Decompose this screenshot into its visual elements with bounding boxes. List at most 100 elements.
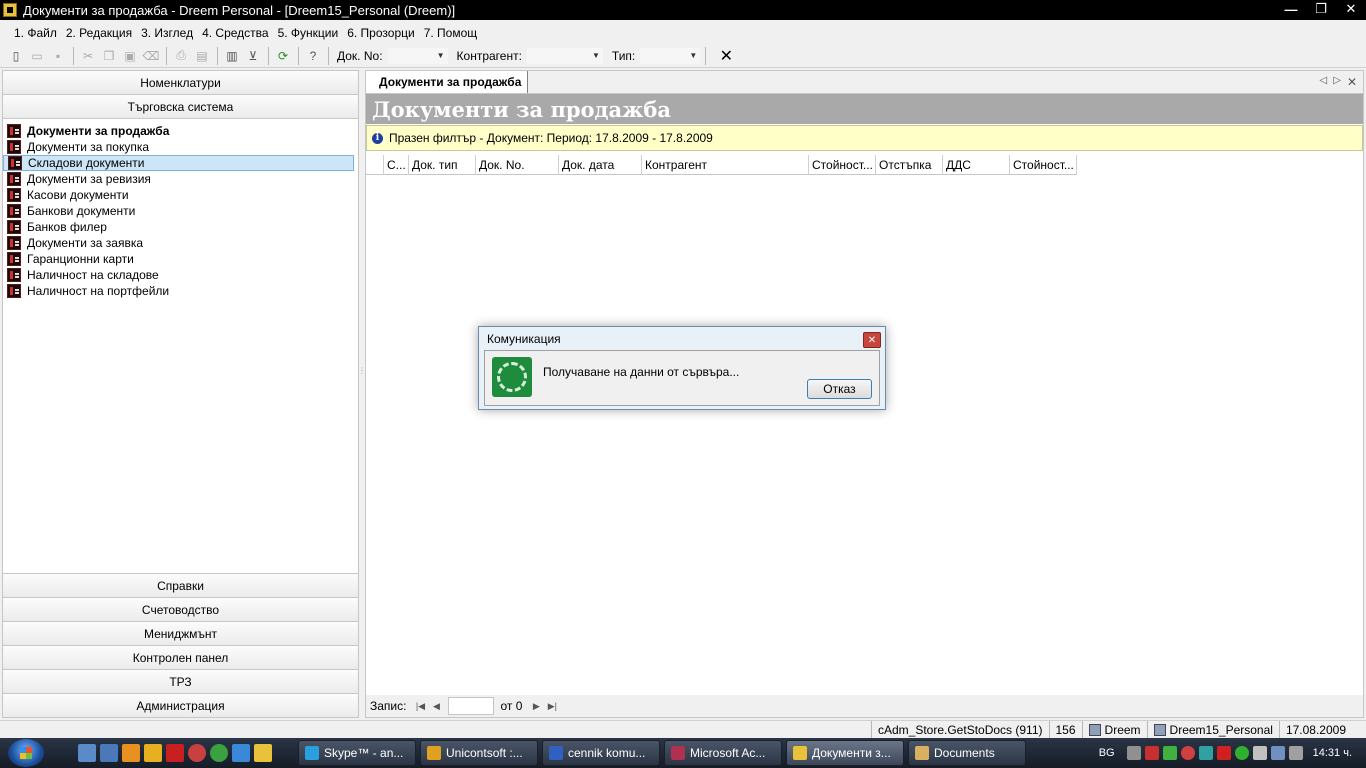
nav-item-order-documents[interactable]: Документи за заявка xyxy=(3,235,354,251)
menu-functions[interactable]: 5. Функции xyxy=(278,26,339,40)
tab-next-icon[interactable]: ▷ xyxy=(1333,75,1341,89)
show-desktop-icon[interactable] xyxy=(78,744,96,762)
last-record-icon[interactable]: ▶| xyxy=(544,698,560,714)
taskbar-button-chrome[interactable]: Unicontsoft :... xyxy=(420,740,538,766)
column-header[interactable]: Контрагент xyxy=(642,155,809,175)
menu-view[interactable]: 3. Изглед xyxy=(141,26,193,40)
eraser-icon[interactable]: ⌫ xyxy=(141,46,161,66)
nav-item-bank-documents[interactable]: Банкови документи xyxy=(3,203,354,219)
taskbar-button-documents[interactable]: Documents xyxy=(908,740,1026,766)
menu-file[interactable]: 1. Файл xyxy=(14,26,57,40)
section-management[interactable]: Мениджмънт xyxy=(3,621,358,645)
nav-item-portfolio-stock[interactable]: Наличност на портфейли xyxy=(3,283,354,299)
help-icon[interactable]: ? xyxy=(303,46,323,66)
clear-filter-close-icon[interactable]: ✕ xyxy=(716,46,736,66)
dreem-app-icon[interactable] xyxy=(254,744,272,762)
print-preview-icon[interactable]: ▤ xyxy=(192,46,212,66)
column-header[interactable]: Стойност... xyxy=(1010,155,1077,175)
next-record-icon[interactable]: ▶ xyxy=(528,698,544,714)
column-header[interactable]: Отстъпка xyxy=(876,155,943,175)
paste-icon[interactable]: ▣ xyxy=(120,46,140,66)
prev-record-icon[interactable]: ◀ xyxy=(428,698,444,714)
keyboard-icon[interactable] xyxy=(1126,746,1141,760)
opera-icon[interactable] xyxy=(188,744,206,762)
close-window-button[interactable]: ✕ xyxy=(1336,0,1366,18)
minimize-button[interactable]: — xyxy=(1276,0,1306,18)
tab-prev-icon[interactable]: ◁ xyxy=(1320,75,1328,89)
chrome-icon[interactable] xyxy=(210,744,228,762)
column-header[interactable]: Док. тип xyxy=(409,155,476,175)
dialog-close-icon[interactable]: ✕ xyxy=(863,332,881,348)
doc-no-combo[interactable]: ▼ xyxy=(386,46,449,65)
messenger-icon[interactable] xyxy=(1162,746,1177,760)
network-tool-icon[interactable] xyxy=(1198,746,1213,760)
volume-icon[interactable] xyxy=(1288,746,1303,760)
nav-item-warehouse-stock[interactable]: Наличност на складове xyxy=(3,267,354,283)
window-controls: — ❐ ✕ xyxy=(1276,0,1366,20)
nav-item-cash-documents[interactable]: Касови документи xyxy=(3,187,354,203)
first-record-icon[interactable]: |◀ xyxy=(412,698,428,714)
section-nomenclatures[interactable]: Номенклатури xyxy=(3,71,358,95)
section-trade-system[interactable]: Търговска система xyxy=(3,95,358,119)
taskbar-button-access[interactable]: Microsoft Ac... xyxy=(664,740,782,766)
status-method: cAdm_Store.GetStoDocs (911) xyxy=(870,720,1049,739)
menu-edit[interactable]: 2. Редакция xyxy=(66,26,132,40)
menu-tools[interactable]: 4. Средства xyxy=(202,26,269,40)
panel-splitter[interactable]: ⋮ xyxy=(358,340,366,400)
nav-item-sales-documents[interactable]: Документи за продажба xyxy=(3,123,354,139)
app-icon[interactable] xyxy=(3,3,17,17)
column-header[interactable]: Док. дата xyxy=(559,155,642,175)
tab-sales-documents[interactable]: Документи за продажба xyxy=(366,71,529,93)
winamp-icon[interactable] xyxy=(144,744,162,762)
explorer-icon[interactable] xyxy=(100,744,118,762)
tab-close-icon[interactable]: ✕ xyxy=(1347,75,1357,89)
nav-item-bank-filer[interactable]: Банков филер xyxy=(3,219,354,235)
nav-item-warranty-cards[interactable]: Гаранционни карти xyxy=(3,251,354,267)
copy-icon[interactable]: ❐ xyxy=(99,46,119,66)
taskbar-button-dreem[interactable]: Документи з... xyxy=(786,740,904,766)
network-icon[interactable] xyxy=(1270,746,1285,760)
column-header[interactable]: Стойност... xyxy=(809,155,876,175)
print-icon[interactable]: ⎙ xyxy=(171,46,191,66)
language-indicator[interactable]: BG xyxy=(1099,747,1115,759)
taskbar-button-skype[interactable]: Skype™ - an... xyxy=(298,740,416,766)
start-button[interactable] xyxy=(8,739,44,767)
refresh-icon[interactable]: ⟳ xyxy=(273,46,293,66)
menu-windows[interactable]: 6. Прозорци xyxy=(347,26,414,40)
section-accounting[interactable]: Счетоводство xyxy=(3,597,358,621)
clock[interactable]: 14:31 ч. xyxy=(1313,747,1352,759)
antivirus-icon[interactable] xyxy=(1180,746,1195,760)
nav-item-purchase-documents[interactable]: Документи за покупка xyxy=(3,139,354,155)
open-folder-icon[interactable]: ▭ xyxy=(27,46,47,66)
section-payroll[interactable]: ТРЗ xyxy=(3,669,358,693)
cancel-button[interactable]: Отказ xyxy=(807,379,872,399)
new-doc-icon[interactable]: ▯ xyxy=(6,46,26,66)
section-administration[interactable]: Администрация xyxy=(3,693,358,717)
internet-explorer-icon[interactable] xyxy=(232,744,250,762)
section-control-panel[interactable]: Контролен панел xyxy=(3,645,358,669)
save-icon[interactable]: ▪ xyxy=(48,46,68,66)
taskbar-button-word[interactable]: cennik komu... xyxy=(542,740,660,766)
contragent-combo[interactable]: ▼ xyxy=(525,46,604,65)
menu-help[interactable]: 7. Помощ xyxy=(424,26,477,40)
columns-icon[interactable]: ▥ xyxy=(222,46,242,66)
restore-button[interactable]: ❐ xyxy=(1306,0,1336,18)
cut-icon[interactable]: ✂ xyxy=(78,46,98,66)
section-reports[interactable]: Справки xyxy=(3,573,358,597)
column-header[interactable]: Док. No. xyxy=(476,155,559,175)
column-header[interactable]: С... xyxy=(384,155,409,175)
type-combo[interactable]: ▼ xyxy=(639,46,702,65)
battery-icon[interactable] xyxy=(1252,746,1267,760)
media-player-icon[interactable] xyxy=(122,744,140,762)
acrobat-icon[interactable] xyxy=(1216,746,1231,760)
uk-flag-icon[interactable] xyxy=(166,744,184,762)
app-logo-icon xyxy=(492,357,532,397)
update-icon[interactable] xyxy=(1234,746,1249,760)
dreem-app-icon xyxy=(793,746,807,760)
nav-item-warehouse-documents[interactable]: Складови документи xyxy=(3,155,354,171)
nav-item-revision-documents[interactable]: Документи за ревизия xyxy=(3,171,354,187)
record-number-input[interactable] xyxy=(448,697,495,715)
bp-icon[interactable] xyxy=(1144,746,1159,760)
filter-icon[interactable]: ⊻ xyxy=(243,46,263,66)
column-header[interactable]: ДДС xyxy=(943,155,1010,175)
